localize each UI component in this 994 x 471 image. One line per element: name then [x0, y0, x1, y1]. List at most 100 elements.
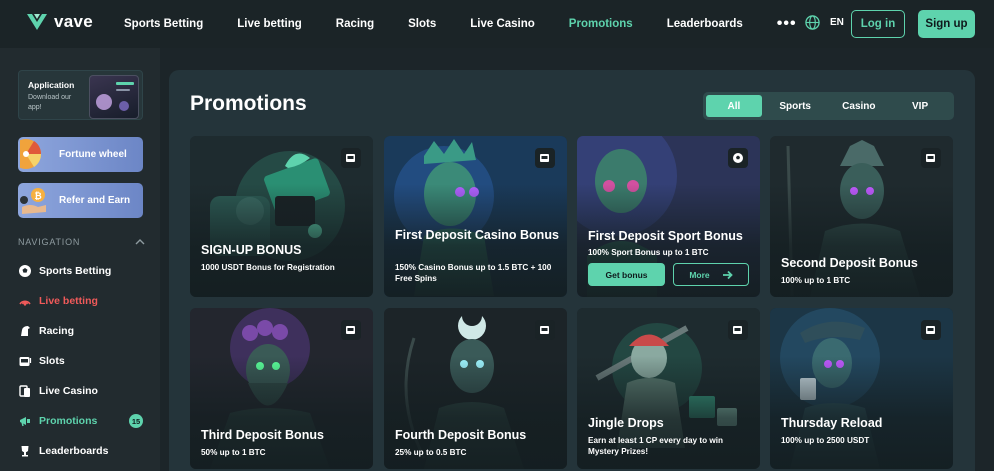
card-subtitle: 1000 USDT Bonus for Registration: [201, 263, 335, 272]
tab-sports[interactable]: Sports: [765, 95, 826, 117]
chevron-up-icon: [135, 239, 145, 245]
promo-card-first-deposit-casino[interactable]: First Deposit Casino Bonus 150% Casino B…: [384, 136, 567, 297]
sidebar-item-racing[interactable]: Racing: [18, 321, 145, 341]
card-title: First Deposit Casino Bonus: [395, 228, 559, 242]
promo-card-third-deposit[interactable]: Third Deposit Bonus 50% up to 1 BTC: [190, 308, 373, 469]
card-subtitle: 100% up to 2500 USDT: [781, 436, 870, 445]
main-nav: Sports Betting Live betting Racing Slots…: [124, 0, 797, 48]
svg-text:₿: ₿: [34, 191, 41, 202]
promotions-panel: Promotions All Sports Casino VIP SIGN-UP…: [169, 70, 975, 471]
sidebar-item-label: Leaderboards: [39, 445, 109, 457]
nav-live-betting[interactable]: Live betting: [237, 18, 302, 30]
navigation-heading[interactable]: NAVIGATION: [18, 237, 145, 247]
promo-card-signup-bonus[interactable]: SIGN-UP BONUS 1000 USDT Bonus for Regist…: [190, 136, 373, 297]
card-subtitle: 100% Sport Bonus up to 1 BTC: [588, 248, 709, 257]
card-title: Second Deposit Bonus: [781, 256, 918, 270]
slot-machine-icon: [535, 320, 555, 340]
fortune-wheel-label: Fortune wheel: [59, 149, 127, 160]
vave-logo-icon: [27, 14, 47, 30]
card-title: Third Deposit Bonus: [201, 428, 324, 442]
card-subtitle: 150% Casino Bonus up to 1.5 BTC + 100 Fr…: [395, 263, 552, 283]
refer-earn-label: Refer and Earn: [59, 195, 131, 206]
sidebar-item-live-casino[interactable]: Live Casino: [18, 381, 145, 401]
promo-card-jingle-drops[interactable]: Jingle Drops Earn at least 1 CP every da…: [577, 308, 760, 469]
card-subtitle: 100% up to 1 BTC: [781, 276, 851, 285]
trophy-icon: [21, 446, 29, 457]
slot-machine-icon: [921, 320, 941, 340]
sidebar-item-label: Sports Betting: [39, 265, 112, 277]
fortune-wheel-tile[interactable]: Fortune wheel: [18, 137, 143, 172]
promotions-count-badge: 15: [129, 414, 143, 428]
card-title: SIGN-UP BONUS: [201, 243, 302, 257]
card-title: Jingle Drops: [588, 416, 664, 430]
globe-icon: [805, 15, 820, 30]
card-subtitle: 50% up to 1 BTC: [201, 448, 266, 457]
slot-machine-icon: [341, 320, 361, 340]
promo-card-thursday-reload[interactable]: Thursday Reload 100% up to 2500 USDT: [770, 308, 953, 469]
more-button[interactable]: More: [673, 263, 749, 286]
navigation-heading-label: NAVIGATION: [18, 237, 81, 247]
refer-earn-tile[interactable]: ₿ Refer and Earn: [18, 183, 143, 218]
phone-image: [89, 75, 139, 119]
page-title: Promotions: [190, 92, 307, 115]
slot-machine-icon: [535, 148, 555, 168]
tab-casino[interactable]: Casino: [829, 95, 890, 117]
more-button-label: More: [689, 269, 710, 280]
soccer-ball-icon: [19, 265, 31, 277]
top-header: vave Sports Betting Live betting Racing …: [0, 0, 994, 48]
promo-card-fourth-deposit[interactable]: Fourth Deposit Bonus 25% up to 0.5 BTC: [384, 308, 567, 469]
language-code: EN: [830, 17, 844, 28]
slot-machine-icon: [728, 320, 748, 340]
slot-machine-icon: [341, 148, 361, 168]
sidebar-item-sports-betting[interactable]: Sports Betting: [18, 261, 145, 281]
promotions-icon: [20, 417, 30, 427]
sidebar-item-label: Racing: [39, 325, 75, 337]
slot-machine-icon: [921, 148, 941, 168]
sidebar-item-label: Live Casino: [39, 385, 98, 397]
cards-icon: [19, 385, 30, 397]
promo-card-second-deposit[interactable]: Second Deposit Bonus 100% up to 1 BTC: [770, 136, 953, 297]
logo-text: vave: [54, 12, 94, 31]
more-menu-icon[interactable]: •••: [777, 15, 797, 33]
arrow-right-icon: [722, 270, 733, 279]
slot-machine-icon: [19, 357, 32, 366]
sidebar-item-slots[interactable]: Slots: [18, 351, 145, 371]
nav-slots[interactable]: Slots: [408, 18, 436, 30]
nav-leaderboards[interactable]: Leaderboards: [667, 18, 743, 30]
soccer-ball-icon: [728, 148, 748, 168]
card-shade: [190, 184, 373, 297]
login-button[interactable]: Log in: [851, 10, 905, 38]
card-subtitle: 25% up to 0.5 BTC: [395, 448, 467, 457]
sidebar-item-promotions[interactable]: Promotions 15: [18, 411, 145, 431]
card-subtitle: Earn at least 1 CP every day to win Myst…: [588, 436, 724, 456]
nav-promotions[interactable]: Promotions: [569, 18, 633, 30]
bitcoin-hand-icon: ₿: [20, 188, 46, 214]
promotion-filter-tabs: All Sports Casino VIP: [703, 92, 954, 120]
app-download-card[interactable]: Application Download our app!: [18, 70, 143, 120]
sidebar: Application Download our app! Fortune wh…: [0, 48, 160, 471]
sidebar-item-leaderboards[interactable]: Leaderboards: [18, 441, 145, 461]
logo[interactable]: vave: [26, 12, 93, 32]
card-title: Fourth Deposit Bonus: [395, 428, 527, 442]
nav-live-casino[interactable]: Live Casino: [470, 18, 535, 30]
promo-card-first-deposit-sport[interactable]: First Deposit Sport Bonus 100% Sport Bon…: [577, 136, 760, 297]
nav-sports-betting[interactable]: Sports Betting: [124, 18, 203, 30]
language-selector[interactable]: EN: [805, 15, 844, 30]
card-title: Thursday Reload: [781, 416, 883, 430]
sidebar-item-label: Promotions: [39, 415, 98, 427]
sidebar-item-label: Slots: [39, 355, 65, 367]
app-card-title: Application: [28, 80, 75, 90]
tab-vip[interactable]: VIP: [892, 95, 948, 117]
sidebar-item-label: Live betting: [39, 295, 98, 307]
card-title: First Deposit Sport Bonus: [588, 229, 743, 243]
horse-icon: [21, 326, 30, 336]
card-shade: [770, 356, 953, 469]
nav-racing[interactable]: Racing: [336, 18, 374, 30]
signup-button[interactable]: Sign up: [918, 10, 975, 38]
live-signal-icon: [19, 300, 31, 306]
fortune-wheel-icon: [20, 139, 42, 169]
get-bonus-button[interactable]: Get bonus: [588, 263, 665, 286]
app-card-subtitle: Download our app!: [28, 94, 72, 111]
sidebar-item-live-betting[interactable]: Live betting: [18, 291, 145, 311]
tab-all[interactable]: All: [706, 95, 762, 117]
